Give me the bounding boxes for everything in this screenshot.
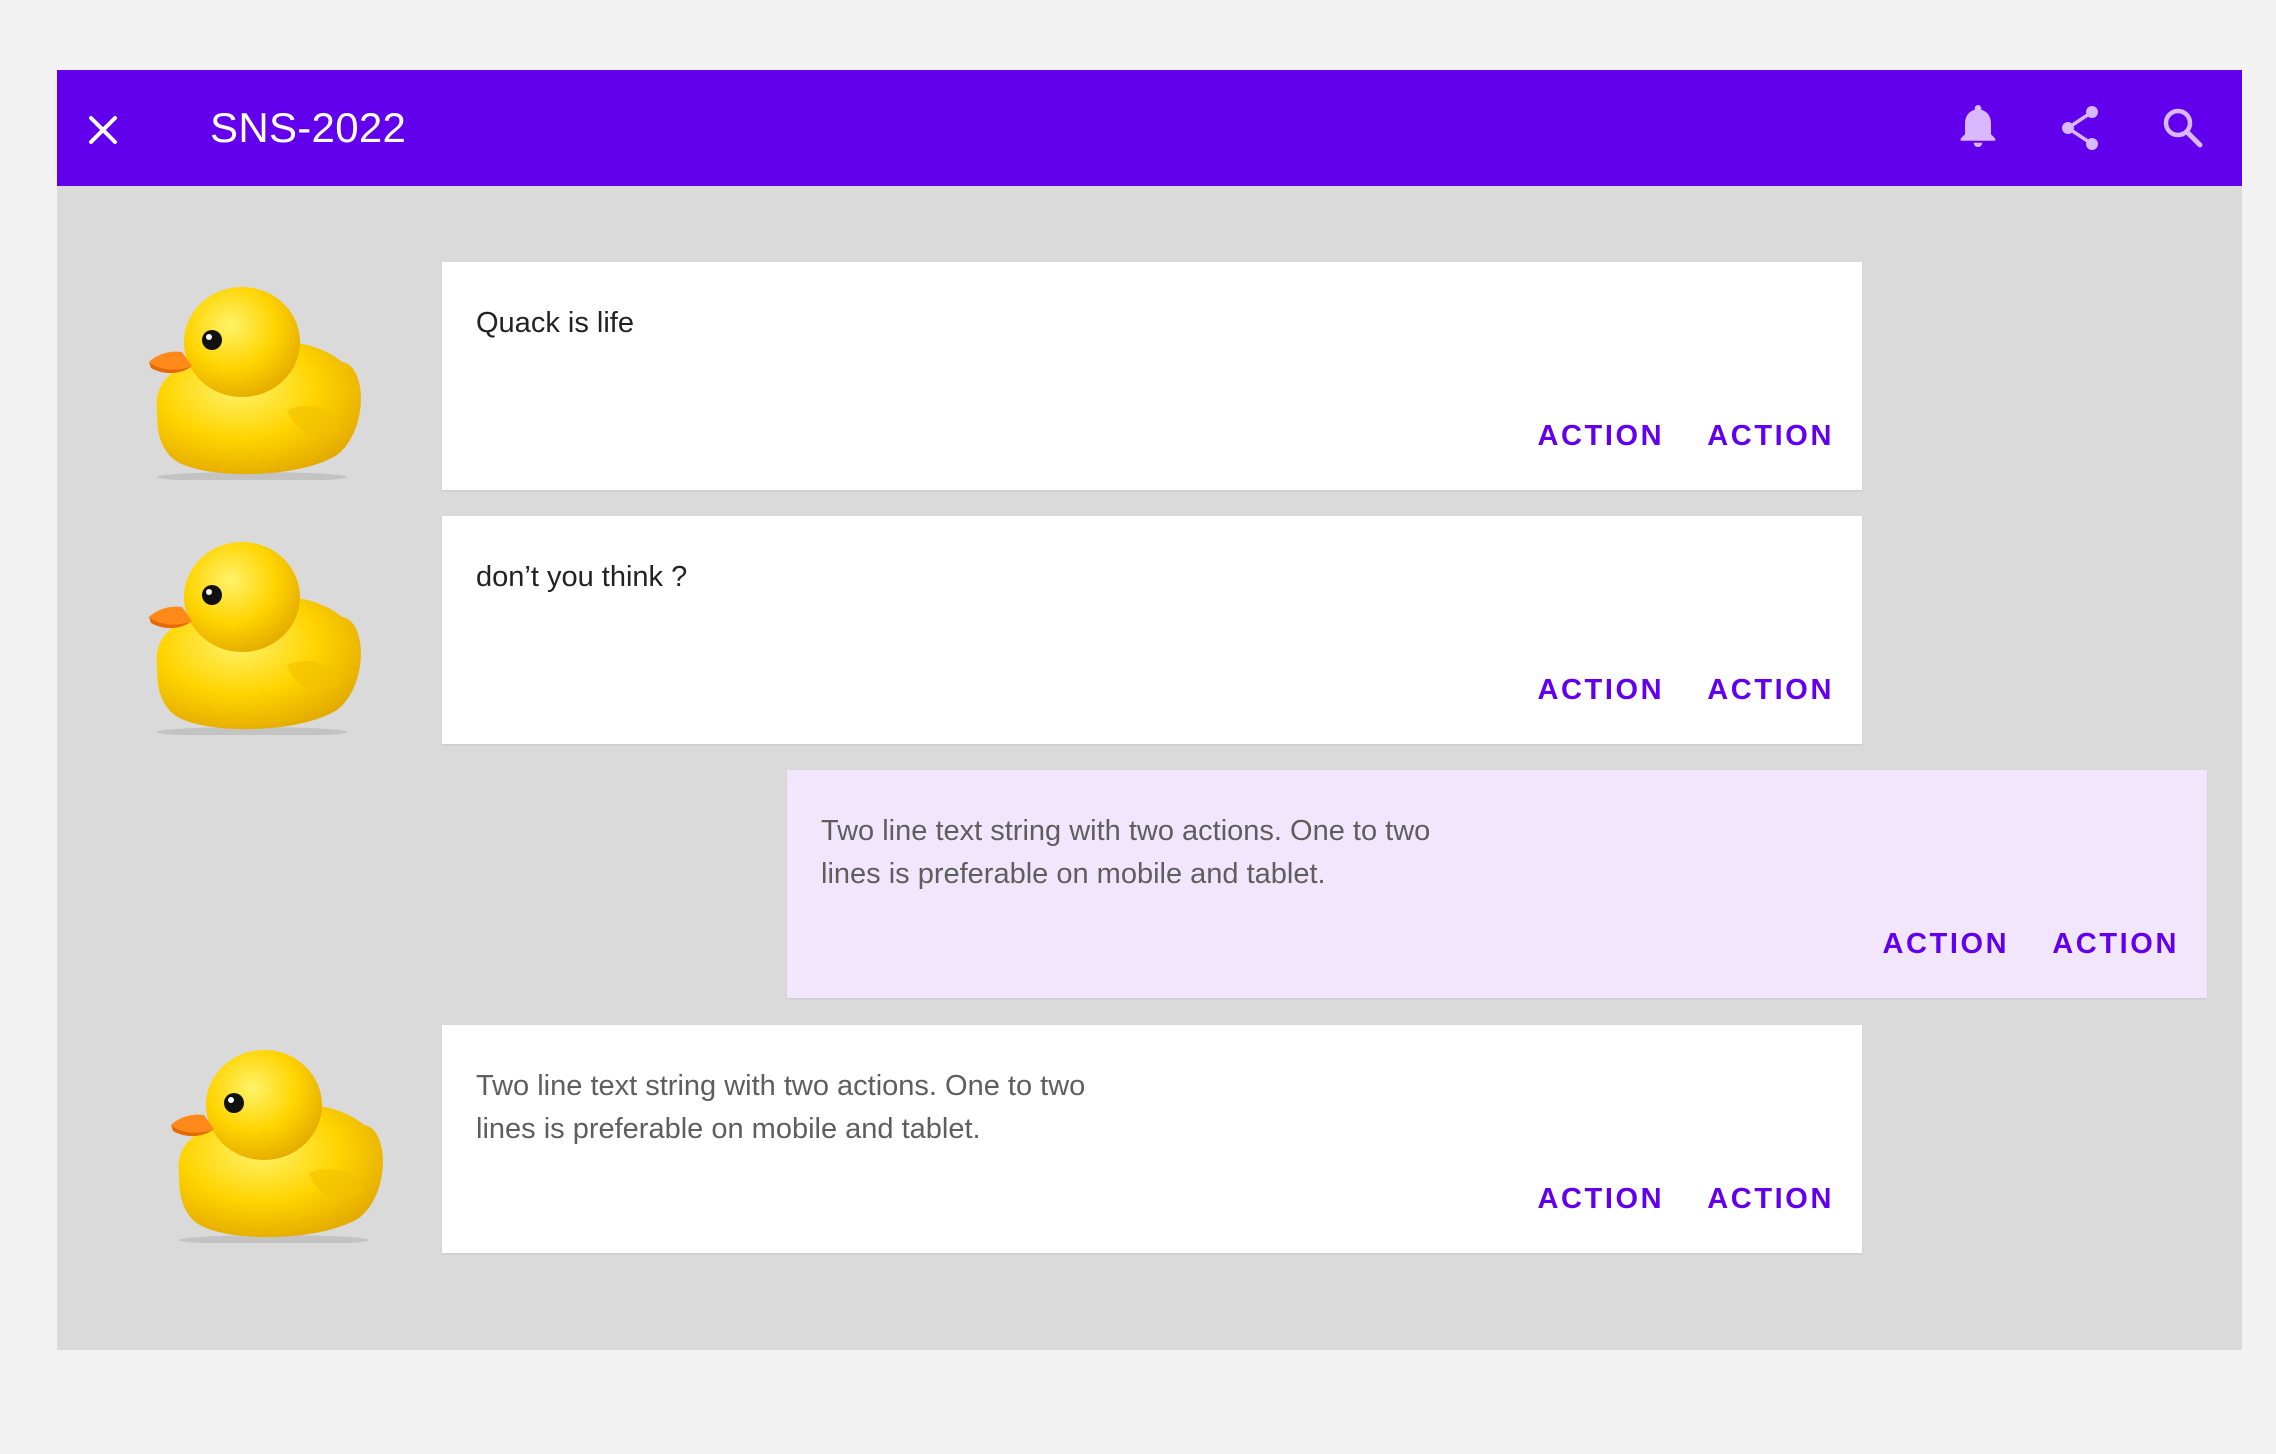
message-text: Quack is life <box>476 307 634 339</box>
card-actions: ACTION ACTION <box>1882 926 2179 962</box>
avatar <box>171 1050 383 1243</box>
top-app-bar: SNS-2022 <box>57 70 2242 186</box>
avatar <box>149 287 361 480</box>
action-button[interactable]: ACTION <box>1707 418 1834 454</box>
message-text: don’t you think ? <box>476 561 688 593</box>
action-button[interactable]: ACTION <box>2052 926 2179 962</box>
message-text: Two line text string with two actions. O… <box>476 1070 1086 1145</box>
close-icon[interactable] <box>83 110 123 150</box>
card-actions: ACTION ACTION <box>1537 418 1834 454</box>
message-card: don’t you think ? ACTION ACTION <box>442 516 1862 744</box>
app-window: SNS-2022 Quack is life ACTION ACTION don… <box>57 70 2242 1350</box>
action-button[interactable]: ACTION <box>1707 1181 1834 1217</box>
own-message-card: Two line text string with two actions. O… <box>787 770 2207 998</box>
action-button[interactable]: ACTION <box>1537 1181 1664 1217</box>
message-text: Two line text string with two actions. O… <box>821 815 1431 890</box>
avatar <box>149 542 361 735</box>
action-button[interactable]: ACTION <box>1707 672 1834 708</box>
message-card: Quack is life ACTION ACTION <box>442 262 1862 490</box>
action-button[interactable]: ACTION <box>1537 672 1664 708</box>
card-actions: ACTION ACTION <box>1537 672 1834 708</box>
search-icon[interactable] <box>2159 104 2207 152</box>
action-button[interactable]: ACTION <box>1537 418 1664 454</box>
share-icon[interactable] <box>2056 104 2104 152</box>
message-card: Two line text string with two actions. O… <box>442 1025 1862 1253</box>
bell-icon[interactable] <box>1954 104 2002 152</box>
action-button[interactable]: ACTION <box>1882 926 2009 962</box>
card-actions: ACTION ACTION <box>1537 1181 1834 1217</box>
page-title: SNS-2022 <box>210 104 407 151</box>
